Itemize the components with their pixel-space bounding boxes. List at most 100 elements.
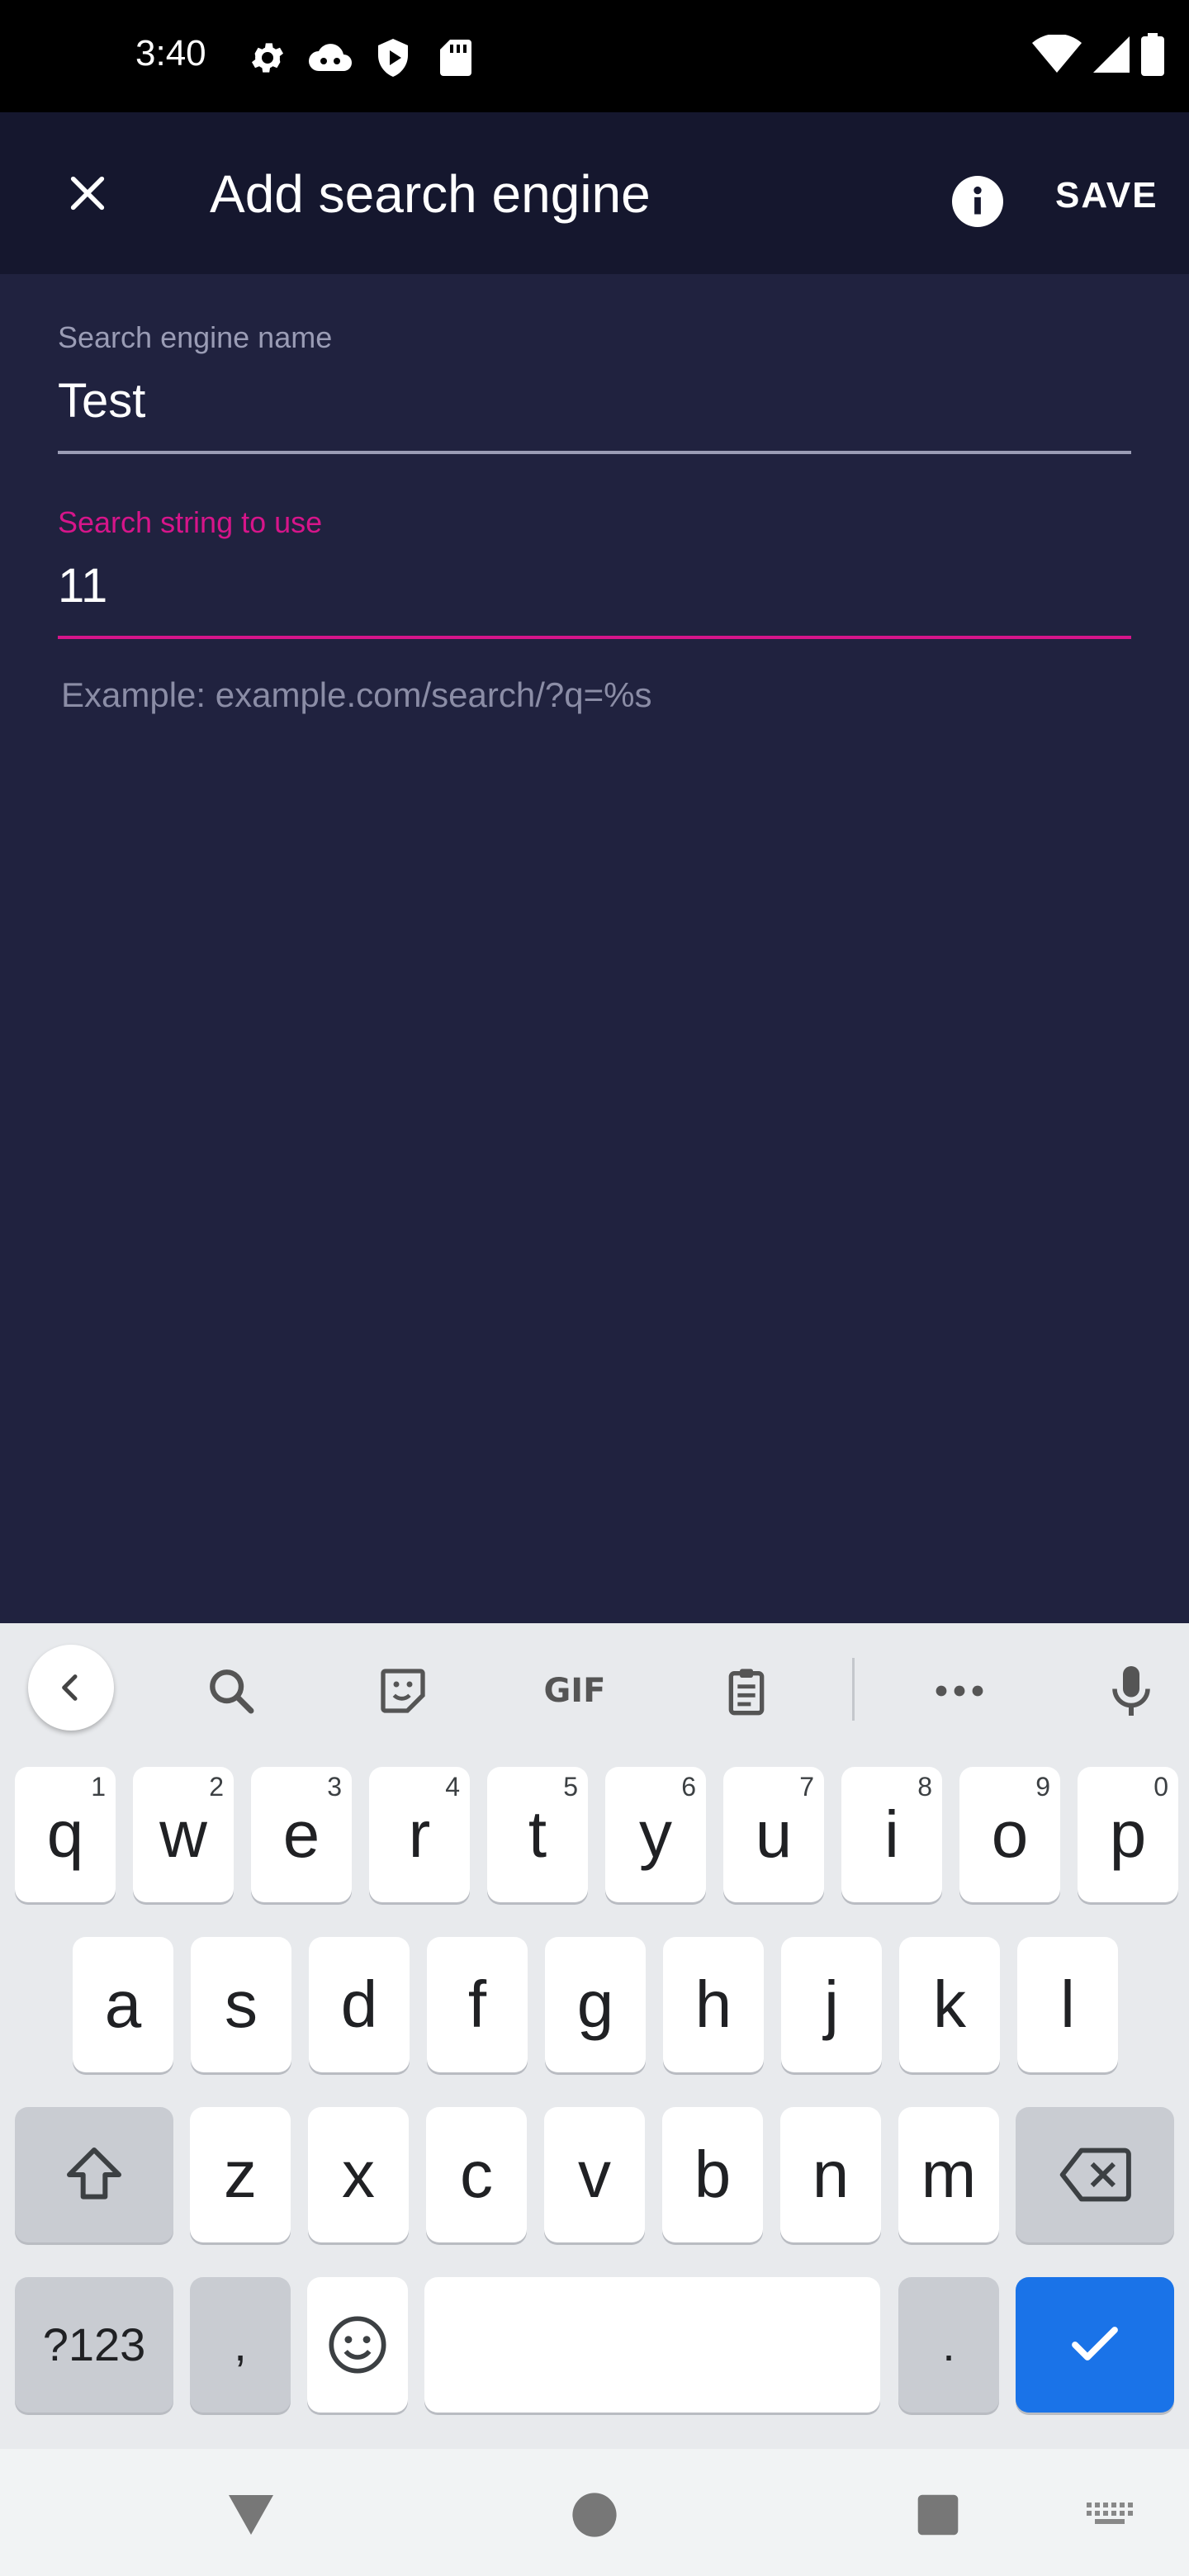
keyboard-mic-button[interactable] xyxy=(1088,1648,1174,1734)
key-hint: 5 xyxy=(563,1772,578,1802)
nav-recents-button[interactable] xyxy=(888,2465,988,2564)
keyboard-toolbar: GIF xyxy=(0,1623,1189,1747)
period-key[interactable]: . xyxy=(898,2277,999,2413)
search-string-underline xyxy=(58,636,1131,639)
back-chevron-icon xyxy=(62,1674,78,1701)
keyboard-sticker-button[interactable] xyxy=(360,1648,446,1734)
save-button[interactable]: SAVE xyxy=(1042,167,1172,225)
key-g[interactable]: g xyxy=(545,1937,646,2072)
key-label: n xyxy=(812,2138,850,2211)
key-i[interactable]: i8 xyxy=(841,1767,942,1902)
key-l[interactable]: l xyxy=(1017,1937,1118,2072)
keyboard-gif-button[interactable]: GIF xyxy=(532,1648,618,1734)
key-w[interactable]: w2 xyxy=(133,1767,234,1902)
keyboard-more-button[interactable] xyxy=(917,1648,1002,1734)
sd-card-icon xyxy=(433,36,479,79)
key-n[interactable]: n xyxy=(780,2107,881,2242)
backspace-key[interactable] xyxy=(1016,2107,1174,2242)
nav-home-button[interactable] xyxy=(545,2465,644,2564)
key-y[interactable]: y6 xyxy=(605,1767,706,1902)
key-d[interactable]: d xyxy=(309,1937,410,2072)
shift-icon xyxy=(67,2147,121,2200)
system-nav-bar xyxy=(0,2449,1189,2576)
key-q[interactable]: q1 xyxy=(15,1767,116,1902)
settings-icon xyxy=(244,36,291,79)
status-time: 3:40 xyxy=(135,33,206,73)
key-r[interactable]: r4 xyxy=(369,1767,470,1902)
sticker-icon xyxy=(381,1669,425,1713)
back-triangle-icon xyxy=(229,2495,273,2535)
battery-icon xyxy=(1141,33,1164,80)
keyboard-toolbar-divider xyxy=(852,1658,855,1721)
key-label: b xyxy=(694,2138,732,2211)
checkmark-icon xyxy=(1072,2327,1118,2361)
key-j[interactable]: j xyxy=(781,1937,882,2072)
key-x[interactable]: x xyxy=(308,2107,409,2242)
soft-keyboard: GIF q1w2e3r4t5y6u7i8o9p0 asdfghjkl zxcvb… xyxy=(0,1623,1189,2449)
emoji-key[interactable] xyxy=(307,2277,408,2413)
search-string-input[interactable]: 11 xyxy=(58,558,1131,623)
key-label: j xyxy=(824,1968,839,2041)
key-c[interactable]: c xyxy=(426,2107,527,2242)
key-k[interactable]: k xyxy=(899,1937,1000,2072)
key-hint: 0 xyxy=(1153,1772,1168,1802)
key-label: a xyxy=(104,1968,142,2041)
symbols-key[interactable]: ?123 xyxy=(15,2277,173,2413)
key-t[interactable]: t5 xyxy=(487,1767,588,1902)
nav-keyboard-switch-button[interactable] xyxy=(1060,2465,1159,2564)
key-o[interactable]: o9 xyxy=(959,1767,1060,1902)
recents-square-icon xyxy=(917,2494,959,2536)
key-label: e xyxy=(282,1797,320,1871)
key-hint: 6 xyxy=(681,1772,696,1802)
key-p[interactable]: p0 xyxy=(1078,1767,1178,1902)
keyboard-search-button[interactable] xyxy=(188,1648,274,1734)
keyboard-switch-icon xyxy=(1087,2503,1133,2524)
key-m[interactable]: m xyxy=(898,2107,999,2242)
search-engine-name-underline xyxy=(58,451,1131,454)
search-engine-name-field[interactable]: Search engine name Test xyxy=(58,320,1131,454)
key-h[interactable]: h xyxy=(663,1937,764,2072)
key-v[interactable]: v xyxy=(544,2107,645,2242)
period-key-label: . xyxy=(942,2318,955,2370)
mic-icon xyxy=(1112,1666,1150,1716)
key-u[interactable]: u7 xyxy=(723,1767,824,1902)
enter-key[interactable] xyxy=(1016,2277,1174,2413)
home-circle-icon xyxy=(572,2493,617,2537)
key-e[interactable]: e3 xyxy=(251,1767,352,1902)
key-label: t xyxy=(528,1797,547,1871)
app-bar: Add search engine SAVE xyxy=(0,112,1189,274)
comma-key[interactable]: , xyxy=(190,2277,291,2413)
key-f[interactable]: f xyxy=(427,1937,528,2072)
gif-icon: GIF xyxy=(543,1672,606,1710)
shift-key[interactable] xyxy=(15,2107,173,2242)
shield-play-icon xyxy=(370,36,416,79)
status-system-icons xyxy=(1032,33,1164,80)
key-label: p xyxy=(1109,1797,1147,1871)
status-bar: 3:40 xyxy=(0,0,1189,112)
key-b[interactable]: b xyxy=(662,2107,763,2242)
close-button[interactable] xyxy=(40,145,135,241)
search-string-helper-text: Example: example.com/search/?q=%s xyxy=(61,675,652,714)
key-z[interactable]: z xyxy=(190,2107,291,2242)
key-label: l xyxy=(1060,1968,1075,2041)
key-label: m xyxy=(921,2138,977,2211)
key-label: r xyxy=(408,1797,431,1871)
info-button[interactable] xyxy=(935,159,1021,244)
key-label: z xyxy=(224,2138,257,2211)
search-string-field[interactable]: Search string to use 11 xyxy=(58,505,1131,639)
key-label: c xyxy=(460,2138,493,2211)
key-s[interactable]: s xyxy=(191,1937,291,2072)
nav-back-button[interactable] xyxy=(201,2465,301,2564)
comma-key-label: , xyxy=(234,2318,247,2370)
search-engine-name-input[interactable]: Test xyxy=(58,373,1131,438)
keyboard-clipboard-button[interactable] xyxy=(703,1648,789,1734)
emoji-icon xyxy=(329,2316,386,2374)
key-a[interactable]: a xyxy=(73,1937,173,2072)
space-key[interactable] xyxy=(424,2277,880,2413)
key-label: s xyxy=(225,1968,258,2041)
key-label: w xyxy=(159,1797,207,1871)
keyboard-back-button[interactable] xyxy=(28,1645,114,1731)
key-hint: 7 xyxy=(799,1772,814,1802)
clipboard-icon xyxy=(728,1669,765,1716)
status-notification-icons xyxy=(244,36,479,79)
